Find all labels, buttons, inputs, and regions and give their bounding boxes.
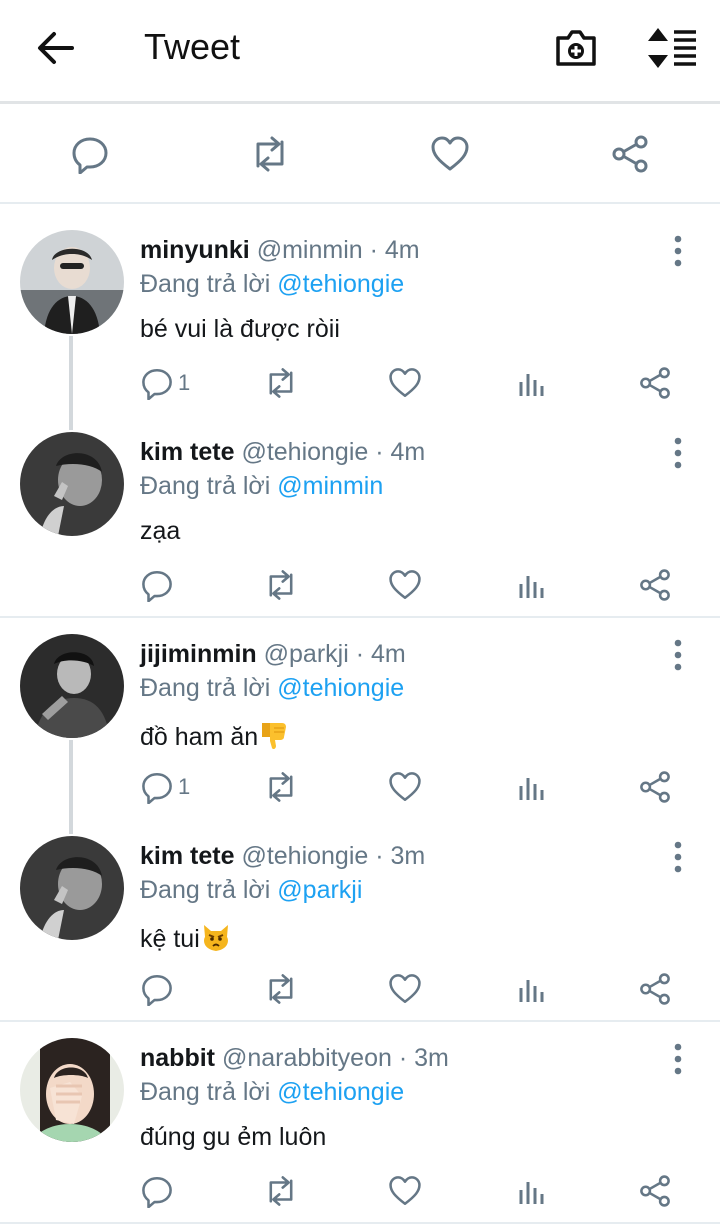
tweet-header: nabbit @narabbityeon · 3m [140,1044,449,1073]
user-handle: @tehiongie [241,438,369,466]
avatar[interactable] [20,432,124,536]
reply-icon[interactable] [140,366,174,400]
replying-to: Đang trả lời @tehiongie [140,270,404,299]
tweet-header: kim tete @tehiongie · 4m [140,438,425,467]
tweet-text: đúng gu ẻm luôn [140,1123,327,1151]
tweet-actions [0,1174,720,1214]
reply-icon[interactable] [140,770,174,804]
tweet-text: kệ tui [140,925,200,953]
like-icon[interactable] [388,568,422,602]
retweet-icon[interactable] [264,366,298,400]
retweet-icon[interactable] [264,568,298,602]
retweet-icon[interactable] [264,770,298,804]
like-icon[interactable] [388,1174,422,1208]
user-handle: @minmin [256,236,363,264]
tweet-text: đồ ham ăn [140,723,259,751]
tweet-text: bé vui là được ròii [140,315,340,343]
tweet-header: minyunki @minmin · 4m [140,236,420,265]
display-name[interactable]: jijiminmin [140,640,257,668]
display-name[interactable]: nabbit [140,1044,215,1072]
share-icon[interactable] [638,366,672,400]
tweet-actions: 1 [0,770,720,810]
like-icon[interactable] [430,134,470,174]
display-name[interactable]: kim tete [140,438,234,466]
timestamp: · 3m [398,1044,449,1072]
analytics-icon[interactable] [514,568,548,602]
share-icon[interactable] [638,568,672,602]
replying-to: Đang trả lời @parkji [140,876,362,905]
thumbs-down-emoji-icon [258,719,290,751]
analytics-icon[interactable] [514,1174,548,1208]
tweet-actions [0,568,720,608]
share-icon[interactable] [638,770,672,804]
more-options-icon[interactable] [664,638,692,672]
tweet-text: zạa [140,517,181,545]
timestamp: · 3m [375,842,426,870]
replying-to-handle[interactable]: @parkji [277,876,362,904]
avatar[interactable] [20,634,124,738]
tweet-header: jijiminmin @parkji · 4m [140,640,406,669]
like-icon[interactable] [388,770,422,804]
page-title: Tweet [144,26,241,67]
retweet-icon[interactable] [250,134,290,174]
reply-icon[interactable] [70,134,110,174]
replying-to-label: Đang trả lời [140,472,271,500]
reply-count: 1 [178,774,191,799]
replying-to-label: Đang trả lời [140,674,271,702]
pouting-cat-emoji-icon [200,921,232,953]
user-handle: @narabbityeon [221,1044,392,1072]
replying-to-handle[interactable]: @tehiongie [277,674,404,702]
divider [0,1020,720,1022]
tweet-header: kim tete @tehiongie · 3m [140,842,425,871]
replying-to-handle[interactable]: @tehiongie [277,1078,404,1106]
replying-to-handle[interactable]: @tehiongie [277,270,404,298]
back-arrow-icon[interactable] [34,26,78,70]
main-tweet-action-bar [0,104,720,204]
timestamp: · 4m [369,236,420,264]
display-name[interactable]: kim tete [140,842,234,870]
like-icon[interactable] [388,366,422,400]
replying-to-label: Đang trả lời [140,1078,271,1106]
replying-to-label: Đang trả lời [140,270,271,298]
replying-to: Đang trả lời @minmin [140,472,383,501]
retweet-icon[interactable] [264,972,298,1006]
share-icon[interactable] [638,1174,672,1208]
avatar[interactable] [20,1038,124,1142]
display-name[interactable]: minyunki [140,236,250,264]
tweet-text-row: đồ ham ăn [140,719,290,752]
reply-icon[interactable] [140,972,174,1006]
share-icon[interactable] [610,134,650,174]
reply-icon[interactable] [140,1174,174,1208]
timestamp: · 4m [355,640,406,668]
divider [0,1222,720,1224]
like-icon[interactable] [388,972,422,1006]
more-options-icon[interactable] [664,436,692,470]
more-options-icon[interactable] [664,1042,692,1076]
user-handle: @parkji [263,640,349,668]
more-options-icon[interactable] [664,840,692,874]
divider [0,616,720,618]
top-app-bar: Tweet [0,0,720,104]
replying-to: Đang trả lời @tehiongie [140,674,404,703]
analytics-icon[interactable] [514,366,548,400]
timestamp: · 4m [375,438,426,466]
retweet-icon[interactable] [264,1174,298,1208]
more-options-icon[interactable] [664,234,692,268]
avatar[interactable] [20,836,124,940]
replying-to-handle[interactable]: @minmin [277,472,383,500]
avatar[interactable] [20,230,124,334]
replying-to: Đang trả lời @tehiongie [140,1078,404,1107]
sort-replies-icon[interactable] [644,24,700,72]
analytics-icon[interactable] [514,972,548,1006]
tweet-text-row: kệ tui [140,921,232,954]
tweet-actions [0,972,720,1012]
tweet-actions: 1 [0,366,720,406]
replying-to-label: Đang trả lời [140,876,271,904]
user-handle: @tehiongie [241,842,369,870]
reply-icon[interactable] [140,568,174,602]
share-icon[interactable] [638,972,672,1006]
camera-add-icon[interactable] [552,24,600,72]
reply-count: 1 [178,370,191,395]
analytics-icon[interactable] [514,770,548,804]
